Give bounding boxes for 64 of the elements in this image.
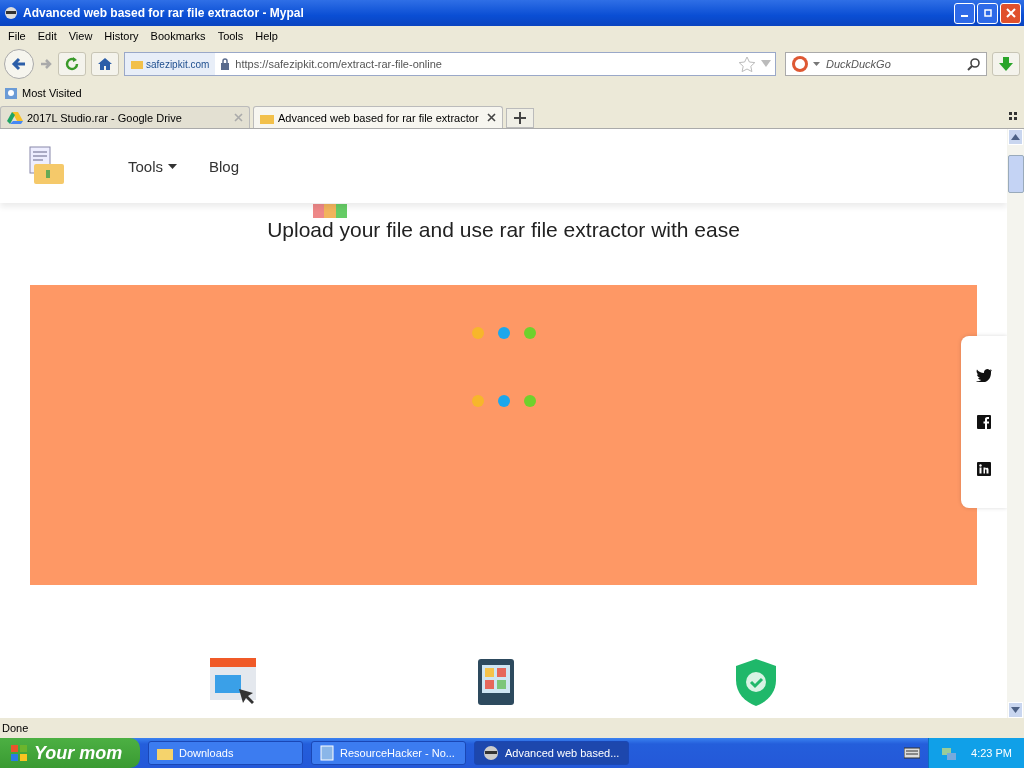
home-icon	[97, 56, 113, 72]
address-bar[interactable]: safezipkit.com https://safezipkit.com/extract-rar-file-online	[124, 52, 776, 76]
reload-icon	[64, 56, 80, 72]
menu-item[interactable]: Edit	[31, 30, 63, 42]
maximize-button[interactable]	[977, 2, 998, 24]
windows-logo-icon	[10, 744, 28, 762]
tablet-icon	[476, 657, 517, 707]
taskbar-button[interactable]: Downloads	[148, 741, 303, 765]
scroll-down-icon[interactable]	[1011, 707, 1020, 713]
home-button[interactable]	[91, 52, 119, 76]
menu-item[interactable]: View	[62, 30, 99, 42]
download-arrow-icon	[998, 56, 1014, 72]
vertical-scrollbar[interactable]	[1007, 129, 1024, 718]
twitter-icon[interactable]	[976, 368, 992, 383]
taskbar-button[interactable]: Advanced web based...	[474, 741, 629, 765]
lock-icon	[220, 58, 231, 70]
url-text: https://safezipkit.com/extract-rar-file-online	[235, 58, 443, 70]
scroll-thumb[interactable]	[1007, 155, 1024, 193]
grid-icon[interactable]	[1008, 111, 1018, 121]
document-icon	[320, 745, 334, 761]
menu-item[interactable]: Tools	[211, 30, 250, 42]
close-button[interactable]	[1000, 2, 1021, 24]
browser-tab[interactable]: Advanced web based for rar file extractor	[253, 106, 503, 128]
dropdown-icon	[813, 61, 820, 67]
minimize-icon	[961, 15, 968, 17]
taskbar-button[interactable]: ResourceHacker - No...	[311, 741, 466, 765]
tab-close-icon[interactable]	[487, 113, 496, 122]
facebook-icon[interactable]	[977, 415, 991, 429]
nav-link[interactable]: Blog	[209, 157, 240, 175]
bookmark-item[interactable]: Most Visited	[4, 86, 82, 100]
scroll-up-icon[interactable]	[1011, 134, 1020, 140]
linkedin-icon[interactable]	[977, 461, 991, 476]
shield-check-icon	[734, 657, 779, 707]
search-field[interactable]: DuckDuckGo	[824, 57, 963, 71]
status-text: Done	[1, 721, 30, 736]
back-arrow-icon	[10, 55, 28, 73]
archive-icon	[312, 204, 347, 218]
menu-item[interactable]: History	[98, 30, 145, 42]
reload-button[interactable]	[58, 52, 86, 76]
drive-icon	[7, 110, 23, 125]
back-button[interactable]	[4, 49, 34, 79]
search-bar[interactable]: DuckDuckGo	[785, 52, 987, 76]
download-button[interactable]	[992, 52, 1020, 76]
star-icon[interactable]	[738, 56, 756, 72]
new-tab-button[interactable]	[506, 108, 534, 128]
site-identity[interactable]: safezipkit.com	[125, 53, 216, 75]
window-title: Advanced web based for rar file extractor - Mypal	[23, 6, 305, 20]
menu-item[interactable]: Help	[249, 30, 284, 42]
minimize-button[interactable]	[954, 2, 975, 24]
folder-icon	[131, 58, 143, 70]
nav-link[interactable]: Tools	[128, 157, 178, 175]
clock: 4:23 PM	[971, 747, 1012, 759]
bookmark-folder-icon	[4, 86, 18, 100]
menu-item[interactable]: File	[2, 30, 32, 42]
restore-icon	[983, 9, 992, 17]
page-subtitle: Upload your file and use rar file extractor with ease	[266, 218, 741, 243]
folder-icon	[157, 746, 173, 760]
browser-window-icon	[208, 657, 259, 707]
plus-icon	[514, 112, 526, 124]
close-icon	[1005, 8, 1016, 18]
search-icon[interactable]	[967, 57, 981, 71]
browser-tab[interactable]: 2017L Studio.rar - Google Drive	[0, 106, 250, 128]
keyboard-icon[interactable]	[904, 747, 921, 759]
menu-item[interactable]: Bookmarks	[144, 30, 212, 42]
